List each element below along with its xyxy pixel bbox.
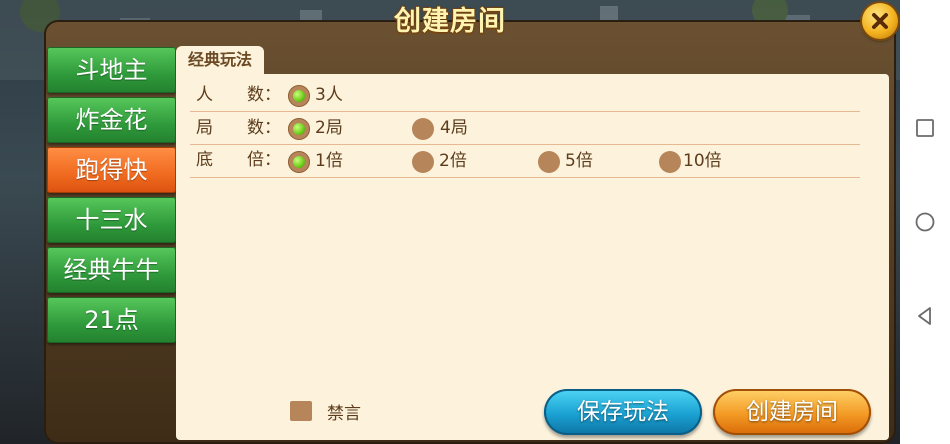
circle-icon[interactable] <box>913 210 937 234</box>
game-tab-zhajinhua[interactable]: 炸金花 <box>47 97 176 143</box>
radio-unselected-icon <box>659 151 681 173</box>
game-tab-21[interactable]: 21点 <box>47 297 176 343</box>
close-button[interactable] <box>862 3 898 39</box>
rounds-option-4[interactable]: 4局 <box>412 112 482 144</box>
close-icon <box>872 13 888 29</box>
mute-checkbox[interactable] <box>290 401 312 421</box>
game-tab-niuniu[interactable]: 经典牛牛 <box>47 247 176 293</box>
rounds-option-2[interactable]: 2局 <box>288 112 358 144</box>
dialog-title: 创建房间 <box>394 6 506 37</box>
system-nav-bar <box>900 0 950 444</box>
radio-selected-icon <box>288 118 310 140</box>
square-icon[interactable] <box>913 116 937 140</box>
create-room-button[interactable]: 创建房间 <box>713 389 871 435</box>
multiplier-option-2[interactable]: 2倍 <box>412 145 482 177</box>
tab-classic-rules[interactable]: 经典玩法 <box>176 46 264 74</box>
multiplier-option-1[interactable]: 1倍 <box>288 145 358 177</box>
mute-label: 禁言 <box>327 404 361 424</box>
game-tab-shisanshui[interactable]: 十三水 <box>47 197 176 243</box>
game-viewport: 创建房间 斗地主 炸金花 跑得快 十三水 经典牛牛 21点 经典玩法 人 数： … <box>0 0 900 444</box>
rounds-label: 局 数： <box>196 118 281 138</box>
players-option-3[interactable]: 3人 <box>288 79 358 111</box>
players-label: 人 数： <box>196 85 281 105</box>
multiplier-option-10[interactable]: 10倍 <box>659 145 739 177</box>
game-tab-paodekuai[interactable]: 跑得快 <box>47 147 176 193</box>
multiplier-option-5[interactable]: 5倍 <box>538 145 608 177</box>
save-rules-button[interactable]: 保存玩法 <box>544 389 702 435</box>
radio-selected-icon <box>288 151 310 173</box>
row-divider <box>190 177 860 178</box>
radio-selected-icon <box>288 85 310 107</box>
radio-unselected-icon <box>538 151 560 173</box>
triangle-back-icon[interactable] <box>913 304 937 328</box>
radio-unselected-icon <box>412 118 434 140</box>
multiplier-label: 底 倍： <box>196 150 281 170</box>
rules-panel <box>176 74 889 440</box>
game-tab-doudizhu[interactable]: 斗地主 <box>47 47 176 93</box>
radio-unselected-icon <box>412 151 434 173</box>
